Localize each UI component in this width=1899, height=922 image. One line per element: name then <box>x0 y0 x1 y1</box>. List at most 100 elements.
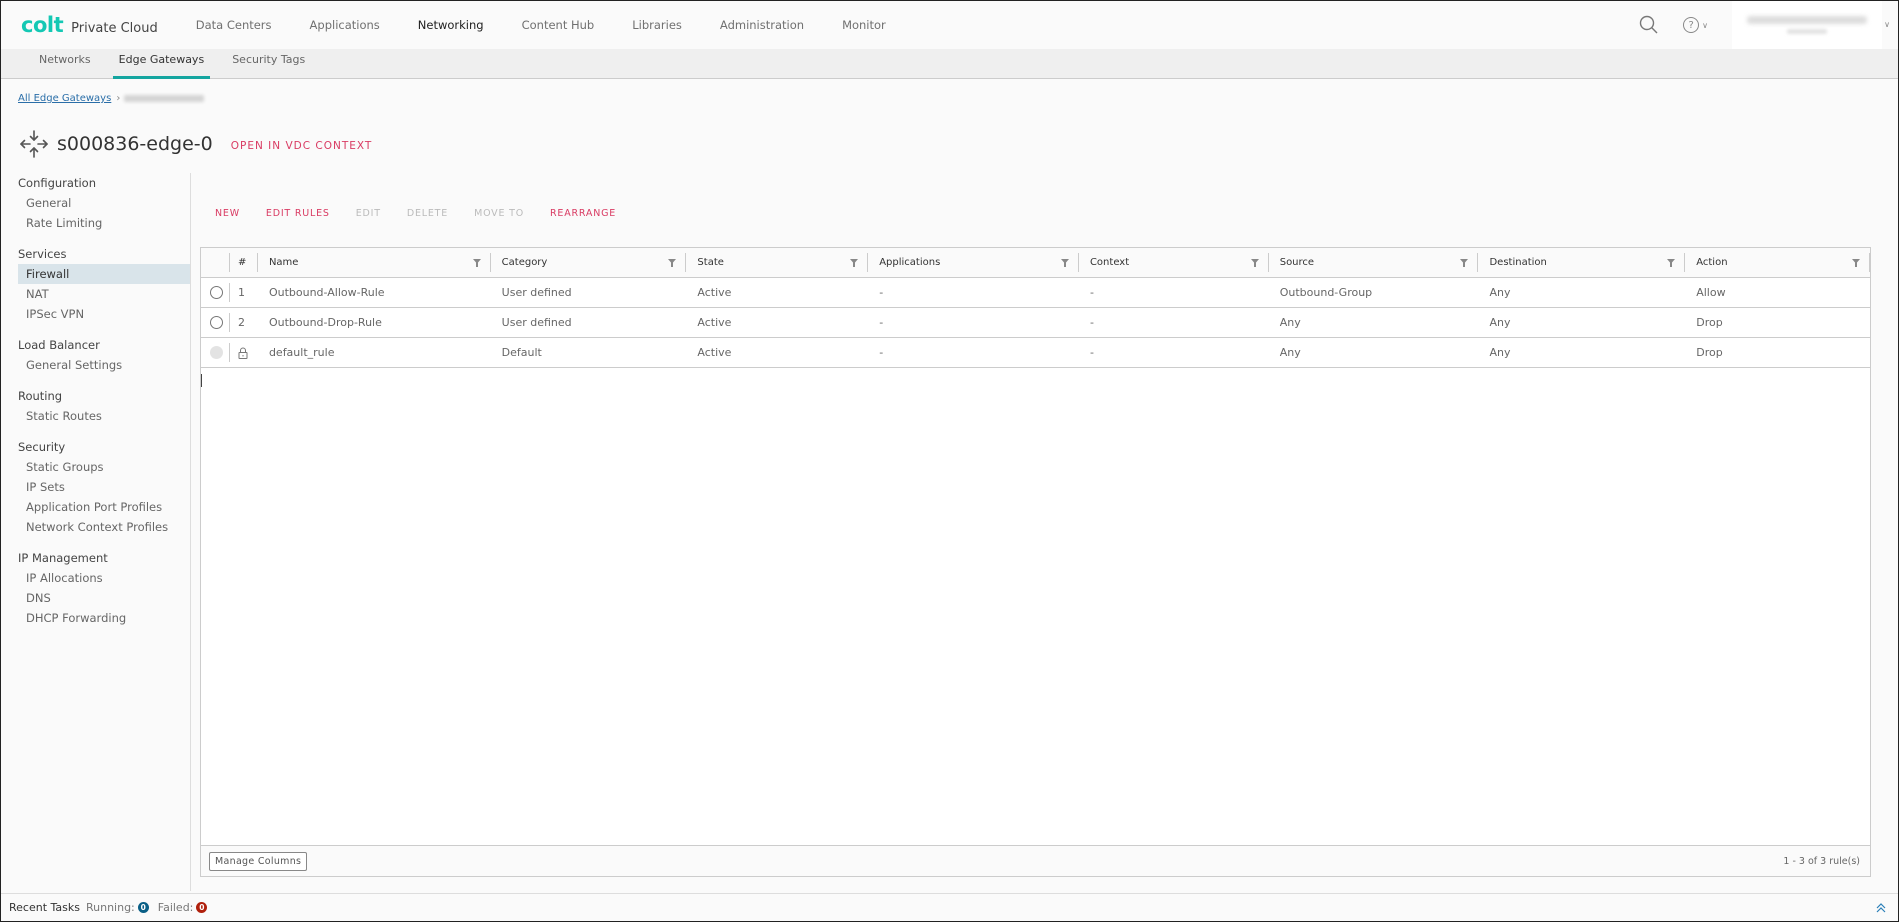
recent-tasks-label[interactable]: Recent Tasks <box>9 901 80 914</box>
column-applications[interactable]: Applications <box>868 248 1079 277</box>
table-row[interactable]: 1 Outbound-Allow-Rule User defined Activ… <box>201 278 1870 308</box>
title-row: s000836-edge-0 OPEN IN VDC CONTEXT <box>19 129 372 159</box>
table-row: default_rule Default Active - - Any Any … <box>201 338 1870 368</box>
column-action[interactable]: Action <box>1685 248 1870 277</box>
topnav-applications[interactable]: Applications <box>310 18 380 32</box>
sidebar-item-network-context-profiles[interactable]: Network Context Profiles <box>18 517 190 537</box>
topnav-libraries[interactable]: Libraries <box>632 18 682 32</box>
sidebar-item-dns[interactable]: DNS <box>18 588 190 608</box>
filter-icon[interactable] <box>1250 259 1259 267</box>
search-icon[interactable] <box>1637 13 1661 37</box>
running-label: Running: <box>85 901 135 914</box>
rearrange-button[interactable]: REARRANGE <box>550 208 616 219</box>
sidebar-item-ip-sets[interactable]: IP Sets <box>18 477 190 497</box>
cell-number: 2 <box>237 316 245 329</box>
cell-category: User defined <box>501 316 572 329</box>
column-name[interactable]: Name <box>258 248 491 277</box>
pagination-summary: 1 - 3 of 3 rule(s) <box>1783 855 1860 867</box>
cell-state: Active <box>697 316 732 329</box>
column-category[interactable]: Category <box>491 248 687 277</box>
topnav-data-centers[interactable]: Data Centers <box>196 18 272 32</box>
column-destination[interactable]: Destination <box>1478 248 1686 277</box>
edit-rules-button[interactable]: EDIT RULES <box>266 208 330 219</box>
topnav-networking[interactable]: Networking <box>418 18 484 32</box>
table-row[interactable]: 2 Outbound-Drop-Rule User defined Active… <box>201 308 1870 338</box>
cell-applications: - <box>879 286 884 299</box>
tab-networks[interactable]: Networks <box>25 48 105 78</box>
filter-icon[interactable] <box>472 259 481 267</box>
sidebar-group-configuration: Configuration <box>18 176 96 190</box>
table-footer: Manage Columns 1 - 3 of 3 rule(s) <box>201 845 1870 876</box>
filter-icon[interactable] <box>1852 259 1860 267</box>
lock-icon <box>238 347 248 359</box>
cell-category: User defined <box>501 286 572 299</box>
running-count-badge[interactable]: 0 <box>137 902 149 913</box>
sidebar-item-rate-limiting[interactable]: Rate Limiting <box>18 213 190 233</box>
sidebar-item-nat[interactable]: NAT <box>18 284 190 304</box>
manage-columns-button[interactable]: Manage Columns <box>209 851 308 871</box>
help-menu[interactable]: ? ∨ <box>1683 17 1708 33</box>
filter-icon[interactable] <box>1460 259 1469 267</box>
cell-state: Active <box>697 286 732 299</box>
column-source[interactable]: Source <box>1269 248 1479 277</box>
cell-category: Default <box>501 346 542 359</box>
tab-edge-gateways[interactable]: Edge Gateways <box>105 48 219 79</box>
sidebar-item-general-settings[interactable]: General Settings <box>18 355 190 375</box>
cell-number <box>230 338 258 367</box>
brand[interactable]: colt Private Cloud <box>21 13 158 37</box>
filter-icon[interactable] <box>1667 259 1676 267</box>
user-name-redacted <box>1747 16 1867 24</box>
topnav-content-hub[interactable]: Content Hub <box>522 18 595 32</box>
chevron-down-icon: ∨ <box>1884 20 1890 29</box>
cell-context: - <box>1089 346 1094 359</box>
colt-logo: colt <box>21 13 64 37</box>
sidebar-item-static-groups[interactable]: Static Groups <box>18 457 190 477</box>
sub-nav: Networks Edge Gateways Security Tags <box>1 49 1898 79</box>
top-nav: Data Centers Applications Networking Con… <box>196 18 924 32</box>
cell-source: Any <box>1279 316 1301 329</box>
tab-security-tags[interactable]: Security Tags <box>218 48 319 78</box>
topnav-administration[interactable]: Administration <box>720 18 804 32</box>
column-state[interactable]: State <box>686 248 869 277</box>
table-header: # Name Category State Applications Conte… <box>201 248 1870 278</box>
sidebar-item-dhcp-forwarding[interactable]: DHCP Forwarding <box>18 608 190 628</box>
filter-icon[interactable] <box>850 259 859 267</box>
cell-source: Outbound-Group <box>1279 286 1373 299</box>
expand-up-icon[interactable] <box>1874 901 1888 915</box>
filter-icon[interactable] <box>1060 259 1069 267</box>
sidebar-item-ipsec-vpn[interactable]: IPSec VPN <box>18 304 190 324</box>
delete-button: DELETE <box>406 208 449 219</box>
cell-context: - <box>1089 286 1094 299</box>
open-in-vdc-context-link[interactable]: OPEN IN VDC CONTEXT <box>231 140 373 152</box>
header-actions: ? ∨ ∨ <box>1637 1 1898 49</box>
sidebar-item-ip-allocations[interactable]: IP Allocations <box>18 568 190 588</box>
sidebar-item-static-routes[interactable]: Static Routes <box>18 406 190 426</box>
cell-destination: Any <box>1489 316 1511 329</box>
firewall-rules-table: # Name Category State Applications Conte… <box>200 247 1871 877</box>
cell-applications: - <box>879 316 884 329</box>
cell-state: Active <box>697 346 732 359</box>
topnav-monitor[interactable]: Monitor <box>842 18 886 32</box>
breadcrumb-current-redacted <box>124 95 205 102</box>
new-button[interactable]: NEW <box>215 208 240 219</box>
breadcrumb: All Edge Gateways › <box>18 93 205 104</box>
edge-gateway-icon <box>19 129 49 159</box>
user-menu[interactable]: ∨ <box>1732 1 1890 49</box>
sidebar-item-firewall[interactable]: Firewall <box>18 264 190 284</box>
cell-name: Outbound-Allow-Rule <box>268 286 385 299</box>
sidebar-group-security: Security <box>18 440 66 454</box>
sidebar-item-application-port-profiles[interactable]: Application Port Profiles <box>18 497 190 517</box>
cell-action: Allow <box>1696 286 1726 299</box>
row-select-radio[interactable] <box>210 316 223 329</box>
breadcrumb-all-edge-gateways[interactable]: All Edge Gateways <box>18 93 111 104</box>
cell-applications: - <box>879 346 884 359</box>
sidebar: Configuration General Rate Limiting Serv… <box>1 173 191 891</box>
row-select-radio[interactable] <box>210 286 223 299</box>
failed-count-badge[interactable]: 0 <box>196 902 208 913</box>
sidebar-group-load-balancer: Load Balancer <box>18 338 100 352</box>
sidebar-item-general[interactable]: General <box>18 193 190 213</box>
sidebar-group-services: Services <box>18 247 67 261</box>
filter-icon[interactable] <box>668 259 677 267</box>
column-context[interactable]: Context <box>1079 248 1269 277</box>
cell-action: Drop <box>1696 346 1723 359</box>
